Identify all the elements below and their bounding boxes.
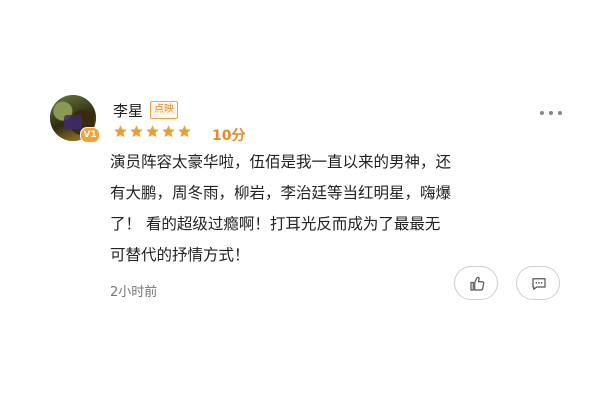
avatar-detail (64, 115, 82, 129)
thumbs-up-icon (470, 276, 485, 291)
star-icon (178, 125, 191, 138)
comment-timestamp: 2小时前 (110, 285, 158, 300)
star-icon (114, 125, 127, 138)
comment-card: V1 李星 点映 10分 演员阵容太豪华啦，伍佰是我一直以来的男神，还 有大鹏，… (0, 0, 600, 400)
rating-score: 10分 (212, 128, 246, 144)
comment-text: 演员阵容太豪华啦，伍佰是我一直以来的男神，还 有大鹏，周冬雨，柳岩，李治廷等当红… (110, 147, 570, 271)
star-icon (130, 125, 143, 138)
user-tag-badge: 点映 (150, 101, 178, 119)
like-button[interactable] (454, 266, 498, 300)
star-icon (146, 125, 159, 138)
reply-button[interactable] (516, 266, 560, 300)
rating-stars (113, 124, 192, 139)
comment-text-line: 了！ 看的超级过瘾啊！打耳光反而成为了最最无 (110, 215, 441, 233)
vip-level-badge: V1 (80, 127, 100, 143)
comment-text-line: 有大鹏，周冬雨，柳岩，李治廷等当红明星，嗨爆 (110, 184, 452, 202)
more-options-icon[interactable] (540, 109, 564, 117)
comment-text-line: 可替代的抒情方式！ (110, 246, 250, 264)
comment-bubble-icon (532, 278, 546, 290)
comment-text-line: 演员阵容太豪华啦，伍佰是我一直以来的男神，还 (110, 153, 452, 171)
star-icon (162, 125, 175, 138)
username[interactable]: 李星 (113, 100, 143, 121)
